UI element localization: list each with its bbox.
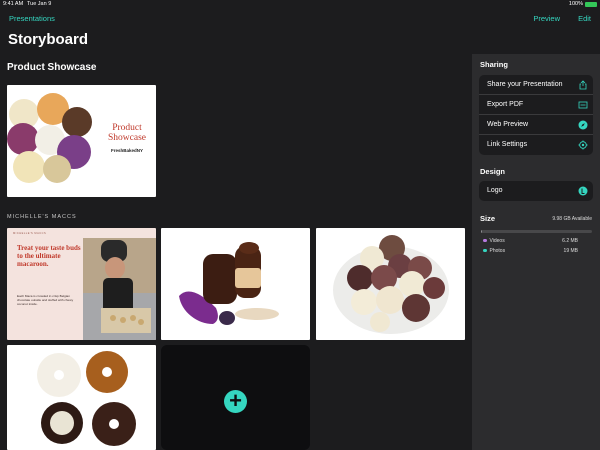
storage-available: 9.98 GB Available: [552, 216, 592, 222]
status-date: Tue Jan 9: [27, 1, 52, 7]
subsection-title: MICHELLE'S MACCS: [7, 214, 77, 220]
logo-label: Logo: [487, 187, 503, 194]
slide-subtitle: FreshBakedNY: [110, 148, 143, 153]
edit-button[interactable]: Edit: [578, 14, 591, 23]
pdf-icon: [578, 101, 588, 109]
videos-dot: [483, 238, 487, 243]
status-bar: 9:41 AM Tue Jan 9 100%: [0, 0, 600, 10]
top-nav: Presentations Preview Edit: [0, 12, 600, 26]
link-settings-label: Link Settings: [487, 141, 528, 148]
macaroon-image: [13, 151, 45, 183]
baker-photo: [83, 238, 156, 340]
sidebar: Sharing Share your Presentation Export P…: [472, 54, 600, 450]
flyer-header: MICHELLE'S MACCS: [13, 232, 47, 235]
macaron-plate-image: [333, 235, 449, 334]
design-group: Logo: [479, 181, 593, 201]
photos-size: 19 MB: [563, 248, 578, 254]
slide-title: Product Showcase: [108, 123, 146, 143]
donuts-image: [37, 351, 136, 446]
slide-macaron-plate[interactable]: [316, 228, 465, 340]
storyboard-area: Product Showcase Product Showcase FreshB…: [0, 54, 472, 450]
photos-label: Photos: [489, 248, 506, 254]
design-heading: Design: [480, 167, 506, 176]
logo-icon: [578, 186, 588, 196]
web-preview-label: Web Preview: [487, 121, 529, 128]
macaroon-image: [43, 155, 71, 183]
battery-icon: [585, 1, 597, 7]
legend-videos: Videos 6.2 MB: [483, 238, 589, 244]
legend-photos: Photos 19 MB: [483, 248, 589, 254]
share-icon: [579, 80, 587, 90]
flyer-body: Each Maca is crowded in crisp Belgian ch…: [17, 294, 74, 306]
storage-bar-fill: [481, 230, 483, 233]
page-title: Storyboard: [8, 31, 89, 48]
battery-percent: 100%: [568, 1, 583, 7]
slide-macaron-flyer[interactable]: MICHELLE'S MACCS Treat your taste buds t…: [7, 228, 156, 340]
add-slide-tile[interactable]: +: [161, 345, 310, 450]
logo-row[interactable]: Logo: [479, 181, 593, 201]
status-time: 9:41 AM: [3, 1, 24, 7]
storage-bar: [481, 230, 592, 233]
link-settings-row[interactable]: Link Settings: [479, 135, 593, 155]
sharing-group: Share your Presentation Export PDF Web P…: [479, 75, 593, 155]
macaroon-image: [62, 107, 92, 137]
size-heading: Size: [480, 214, 496, 223]
gear-icon: [578, 140, 588, 150]
slide-product-showcase[interactable]: Product Showcase FreshBakedNY: [7, 85, 156, 197]
videos-label: Videos: [489, 238, 505, 244]
chocolate-dessert-image: [179, 242, 279, 325]
photos-dot: [483, 248, 487, 253]
compass-icon: [578, 120, 588, 130]
back-presentations-link[interactable]: Presentations: [9, 14, 55, 23]
export-pdf-label: Export PDF: [487, 101, 524, 108]
sharing-heading: Sharing: [480, 60, 508, 69]
share-presentation-row[interactable]: Share your Presentation: [479, 75, 593, 95]
slide-donuts[interactable]: [7, 345, 156, 450]
videos-size: 6.2 MB: [562, 238, 578, 244]
preview-button[interactable]: Preview: [533, 14, 560, 23]
share-presentation-label: Share your Presentation: [487, 81, 563, 88]
section-title: Product Showcase: [7, 62, 97, 73]
flyer-headline: Treat your taste buds to the ultimate ma…: [17, 244, 81, 268]
web-preview-row[interactable]: Web Preview: [479, 115, 593, 135]
export-pdf-row[interactable]: Export PDF: [479, 95, 593, 115]
slide-chocolate-dessert[interactable]: [161, 228, 310, 340]
plus-icon[interactable]: +: [224, 390, 247, 413]
